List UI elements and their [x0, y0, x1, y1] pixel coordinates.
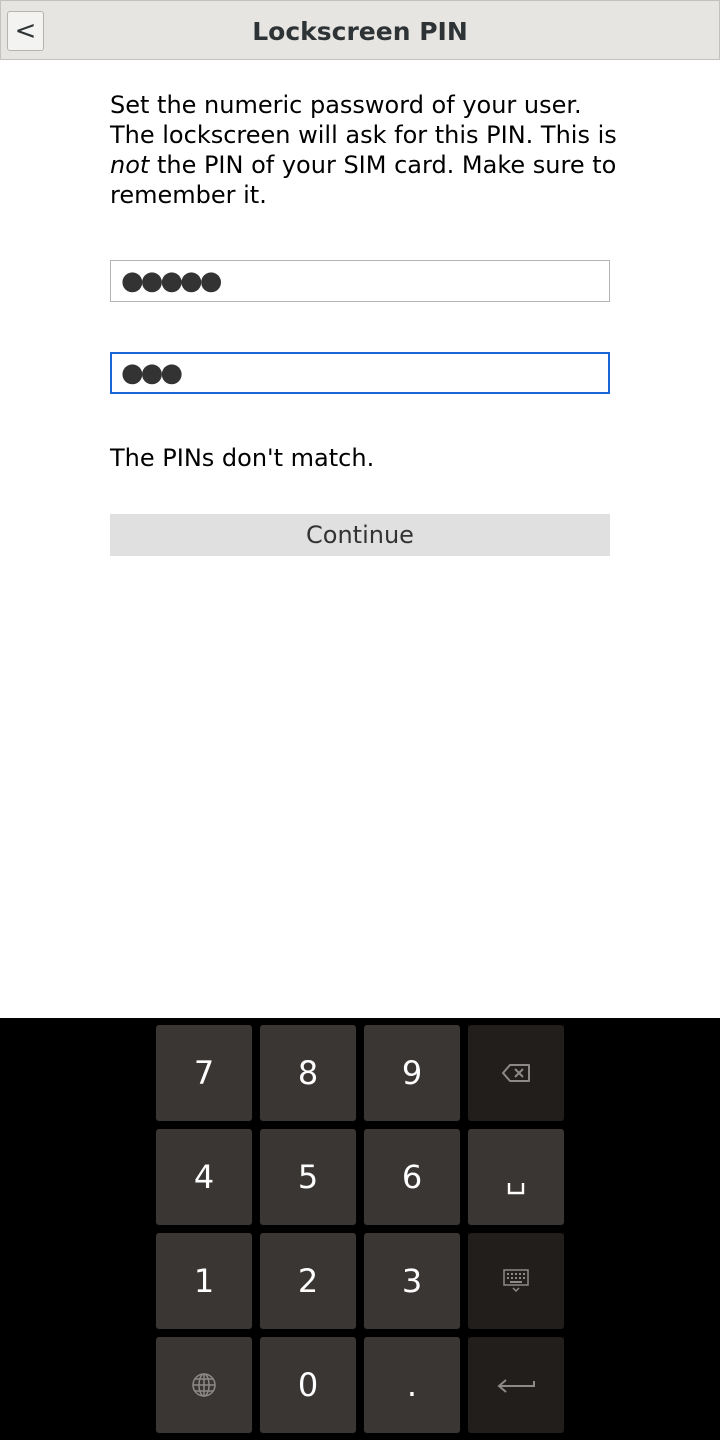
header-bar: < Lockscreen PIN: [0, 0, 720, 60]
key-8[interactable]: 8: [260, 1025, 356, 1121]
key-backspace[interactable]: [468, 1025, 564, 1121]
instructions-text: Set the numeric password of your user. T…: [110, 90, 620, 210]
key-language[interactable]: [156, 1337, 252, 1433]
pin-confirm-input-value: ●●●: [121, 358, 183, 388]
key-enter[interactable]: [468, 1337, 564, 1433]
key-4[interactable]: 4: [156, 1129, 252, 1225]
instructions-part-1: Set the numeric password of your user. T…: [110, 91, 617, 149]
keyboard-hide-icon: [503, 1269, 529, 1293]
instructions-emphasis: not: [110, 151, 150, 179]
backspace-icon: [502, 1064, 530, 1082]
key-period[interactable]: .: [364, 1337, 460, 1433]
key-hide-keyboard[interactable]: [468, 1233, 564, 1329]
enter-icon: [497, 1377, 535, 1393]
key-9[interactable]: 9: [364, 1025, 460, 1121]
continue-button[interactable]: Continue: [110, 514, 610, 556]
instructions-part-2: the PIN of your SIM card. Make sure to r…: [110, 151, 617, 209]
page-title: Lockscreen PIN: [252, 16, 468, 46]
key-2[interactable]: 2: [260, 1233, 356, 1329]
error-message: The PINs don't match.: [110, 444, 375, 472]
globe-icon: [191, 1372, 217, 1398]
pin-input-value: ●●●●●: [121, 266, 222, 296]
key-3[interactable]: 3: [364, 1233, 460, 1329]
numeric-keyboard: 7 8 9 4 5 6 1 2 3 0 .: [0, 1018, 720, 1440]
pin-confirm-input[interactable]: ●●●: [110, 352, 610, 394]
back-button[interactable]: <: [7, 11, 44, 51]
pin-input[interactable]: ●●●●●: [110, 260, 610, 302]
key-1[interactable]: 1: [156, 1233, 252, 1329]
key-0[interactable]: 0: [260, 1337, 356, 1433]
key-6[interactable]: 6: [364, 1129, 460, 1225]
key-5[interactable]: 5: [260, 1129, 356, 1225]
key-space[interactable]: [468, 1129, 564, 1225]
space-icon: [507, 1159, 525, 1195]
key-7[interactable]: 7: [156, 1025, 252, 1121]
